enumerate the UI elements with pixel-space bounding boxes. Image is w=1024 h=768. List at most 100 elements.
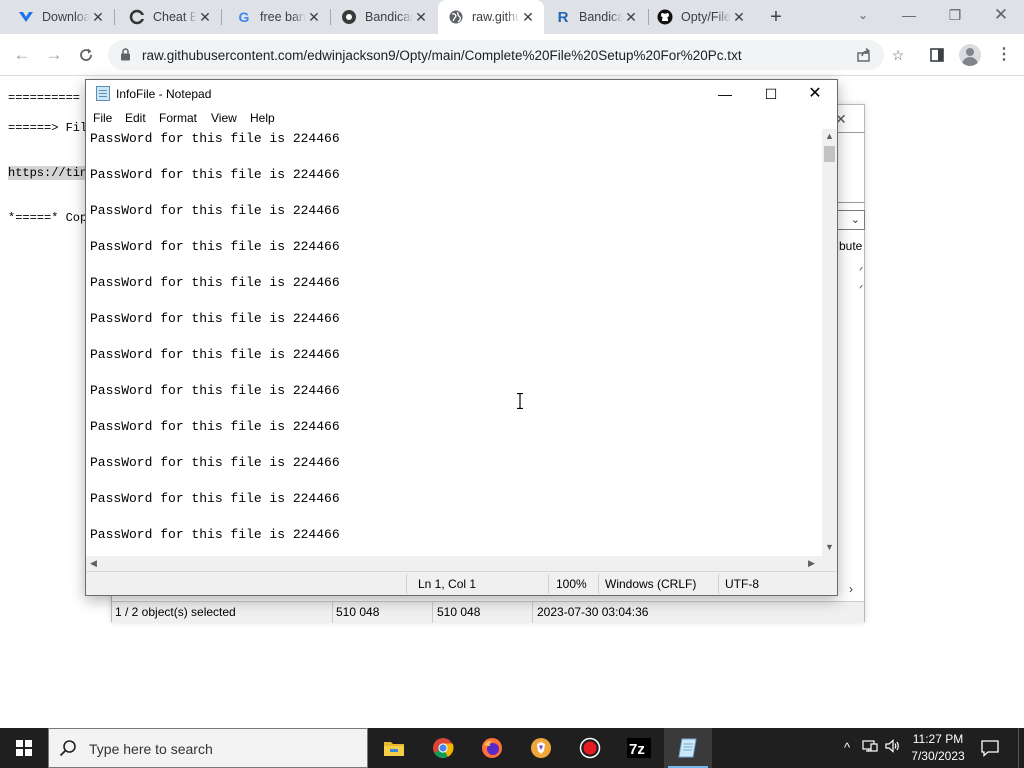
- page-link-line[interactable]: https://tin: [8, 166, 88, 180]
- notepad-title-bar[interactable]: InfoFile - Notepad — ☐ ✕: [86, 80, 837, 108]
- chevron-down-icon: ⌄: [850, 214, 860, 226]
- scroll-right-arrow[interactable]: ›: [849, 582, 853, 596]
- firefox-icon: [482, 738, 502, 758]
- tab-bandicam[interactable]: Bandicam ✕: [331, 0, 437, 34]
- globe-icon: [448, 9, 464, 25]
- back-button[interactable]: ←: [11, 44, 33, 66]
- firefox-button[interactable]: [468, 728, 516, 768]
- file-explorer-icon: [384, 742, 404, 756]
- menu-view[interactable]: View: [211, 111, 237, 125]
- chevron-up-icon[interactable]: ^: [838, 739, 856, 757]
- profile-avatar[interactable]: [959, 44, 981, 66]
- show-desktop-button[interactable]: [1018, 728, 1019, 768]
- browser-tab-strip: Download ✕ Cheat Engine ✕ G free bandica…: [0, 0, 1024, 34]
- text-line: PassWord for this file is 224466: [90, 527, 340, 542]
- close-icon[interactable]: ✕: [197, 9, 213, 26]
- text-line: PassWord for this file is 224466: [90, 347, 340, 362]
- menu-help[interactable]: Help: [250, 111, 275, 125]
- notepad-icon: [96, 86, 110, 101]
- scroll-up-arrow[interactable]: ▲: [825, 131, 834, 141]
- 7zip-icon: 7z: [627, 738, 651, 758]
- more-menu-icon[interactable]: ⋮: [994, 45, 1014, 65]
- search-placeholder: Type here to search: [89, 741, 213, 757]
- minimize-button[interactable]: —: [702, 80, 748, 108]
- scroll-right-arrow[interactable]: ▶: [808, 558, 815, 569]
- 7zip-status-bar: 1 / 2 object(s) selected 510 048 510 048…: [112, 601, 864, 623]
- close-icon[interactable]: ✕: [731, 9, 747, 26]
- share-icon[interactable]: [855, 47, 873, 65]
- cursor-position: Ln 1, Col 1: [418, 577, 477, 591]
- tab-cheat-engine[interactable]: Cheat Engine ✕: [115, 0, 221, 34]
- taskbar-search[interactable]: Type here to search: [48, 728, 368, 768]
- recorder-button[interactable]: [566, 728, 614, 768]
- close-icon[interactable]: ✕: [520, 9, 536, 26]
- text-line: PassWord for this file is 224466: [90, 419, 340, 434]
- horizontal-scrollbar[interactable]: ◀ ▶: [86, 556, 822, 571]
- system-clock[interactable]: 11:27 PM 7/30/2023: [906, 731, 970, 765]
- text-line: PassWord for this file is 224466: [90, 167, 340, 182]
- brave-button[interactable]: [517, 728, 565, 768]
- tab-opty-github[interactable]: Opty/File ✕: [649, 0, 755, 34]
- forward-button[interactable]: →: [43, 44, 65, 66]
- packed-size: 510 048: [437, 605, 481, 619]
- tab-bandicam-r[interactable]: R Bandicam ✕: [545, 0, 647, 34]
- reload-button[interactable]: [75, 44, 97, 66]
- menu-edit[interactable]: Edit: [125, 111, 146, 125]
- vertical-scrollbar[interactable]: ▲ ▼: [822, 129, 837, 556]
- scroll-left-arrow[interactable]: ◀: [90, 558, 97, 569]
- close-icon[interactable]: ✕: [90, 9, 106, 26]
- notepad-taskbar-button[interactable]: [664, 728, 712, 768]
- chrome-button[interactable]: [419, 728, 467, 768]
- volume-icon[interactable]: [884, 739, 902, 757]
- menu-file[interactable]: File: [93, 111, 112, 125]
- lock-icon[interactable]: [120, 48, 131, 61]
- selection-count: 1 / 2 object(s) selected: [115, 605, 236, 619]
- path-combo[interactable]: ⌄: [837, 210, 865, 230]
- page-line: *=====* Cop: [8, 211, 88, 225]
- tabler-logo-icon: [18, 9, 34, 25]
- maximize-button[interactable]: ☐: [748, 80, 794, 108]
- notepad-text-area[interactable]: PassWord for this file is 224466 PassWor…: [86, 129, 822, 556]
- url-text[interactable]: raw.githubusercontent.com/edwinjackson9/…: [142, 48, 742, 63]
- side-panel-icon[interactable]: [927, 45, 947, 65]
- address-bar[interactable]: raw.githubusercontent.com/edwinjackson9/…: [108, 40, 884, 70]
- google-icon: G: [238, 9, 250, 25]
- text-line: PassWord for this file is 224466: [90, 131, 340, 146]
- new-tab-button[interactable]: +: [766, 7, 786, 27]
- close-button[interactable]: ✕: [792, 80, 838, 108]
- column-header-attributes[interactable]: bute: [839, 239, 862, 253]
- brave-icon: [531, 738, 551, 758]
- menu-format[interactable]: Format: [159, 111, 197, 125]
- close-window-button[interactable]: ✕: [978, 0, 1024, 30]
- clock-time: 11:27 PM: [912, 732, 964, 746]
- bandicam-icon: [341, 9, 357, 25]
- scroll-thumb[interactable]: [824, 146, 835, 162]
- notification-icon[interactable]: [980, 738, 1000, 758]
- notepad-window: InfoFile - Notepad — ☐ ✕ File Edit Forma…: [85, 79, 838, 596]
- page-line: ======> Fil: [8, 121, 88, 135]
- tab-label: raw.githubusercontent.com: [472, 10, 520, 24]
- file-explorer-button[interactable]: [370, 728, 418, 768]
- tab-raw-github[interactable]: raw.githubusercontent.com ✕: [438, 0, 544, 34]
- close-icon[interactable]: ✕: [623, 9, 639, 26]
- text-cursor-icon: [517, 393, 523, 409]
- modified-date: 2023-07-30 03:04:36: [537, 605, 649, 619]
- notepad-status-bar: Ln 1, Col 1 100% Windows (CRLF) UTF-8: [86, 571, 837, 595]
- minimize-button[interactable]: —: [886, 0, 932, 30]
- close-icon[interactable]: ✕: [306, 9, 322, 26]
- network-icon[interactable]: [861, 739, 879, 757]
- restore-button[interactable]: ❐: [932, 0, 978, 30]
- windows-taskbar: Type here to search 7z ^ 11:27 PM 7/30/2…: [0, 728, 1024, 768]
- chevron-down-icon[interactable]: ⌄: [854, 8, 872, 26]
- text-line: PassWord for this file is 224466: [90, 203, 340, 218]
- start-button[interactable]: [0, 728, 48, 768]
- notepad-icon: [678, 738, 697, 758]
- 7zip-button[interactable]: 7z: [615, 728, 663, 768]
- tab-free-bandicam[interactable]: G free bandicam ✕: [222, 0, 330, 34]
- bookmark-star-icon[interactable]: ☆: [888, 45, 908, 65]
- scroll-down-arrow[interactable]: ▼: [825, 542, 834, 552]
- zoom-level: 100%: [556, 577, 587, 591]
- close-icon[interactable]: ✕: [413, 9, 429, 26]
- tab-label: Bandicam: [365, 10, 413, 24]
- tab-download[interactable]: Download ✕: [0, 0, 114, 34]
